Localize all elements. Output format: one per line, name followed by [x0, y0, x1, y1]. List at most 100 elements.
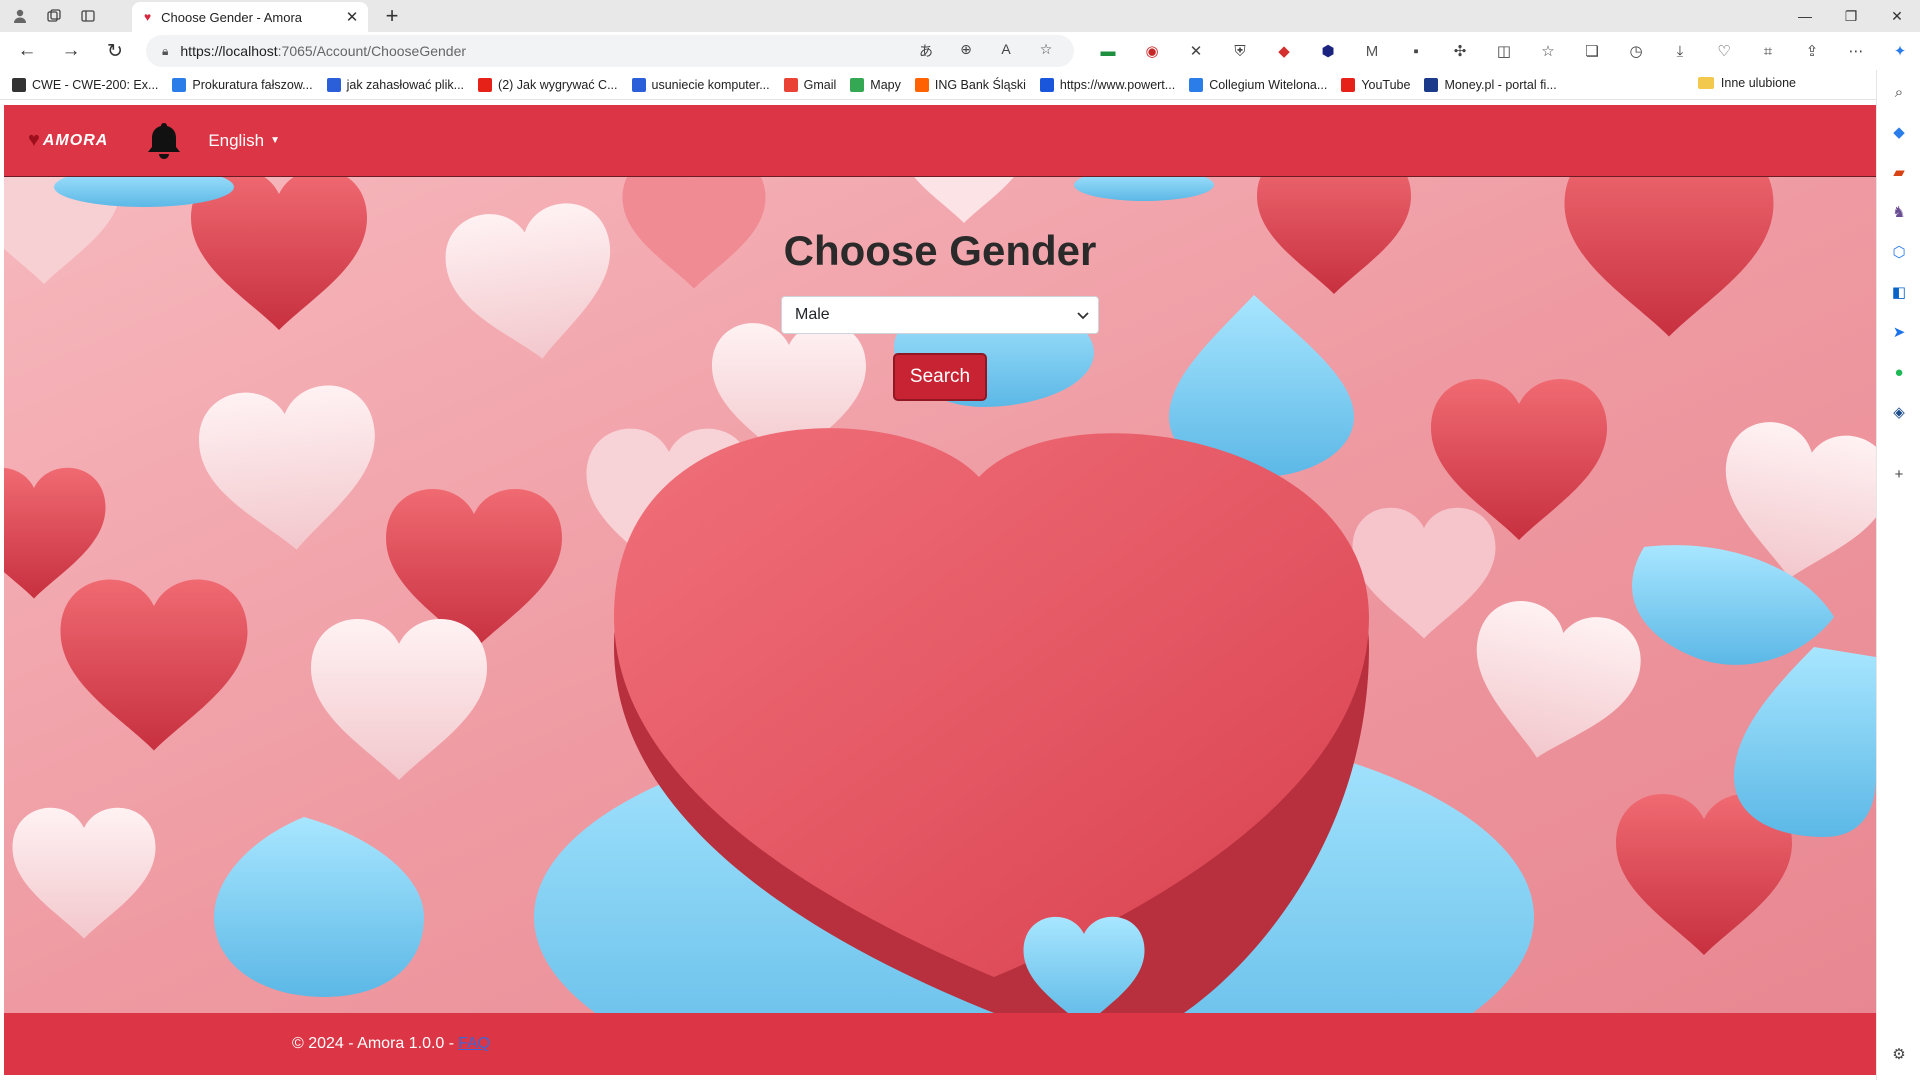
choose-gender-form: Choose Gender Male Search — [4, 177, 1876, 477]
bookmark-favicon-icon — [172, 77, 187, 92]
copilot-icon[interactable]: ✦ — [1878, 35, 1920, 67]
close-tab-icon[interactable]: ✕ — [342, 8, 362, 26]
performance-icon[interactable]: ♡ — [1702, 35, 1746, 67]
search-button[interactable]: Search — [893, 353, 987, 401]
translate-icon[interactable]: あ — [906, 41, 946, 61]
sidebar-add-icon[interactable]: + — [1877, 454, 1920, 494]
address-bar[interactable]: 🔒︎ https://localhost:7065/Account/Choose… — [146, 35, 1074, 67]
history-icon[interactable]: ◷ — [1614, 35, 1658, 67]
back-button[interactable]: ← — [10, 35, 44, 67]
bookmark-item[interactable]: (2) Jak wygrywać C... — [478, 77, 618, 92]
bookmark-favicon-icon — [1424, 77, 1439, 92]
bookmark-favicon-icon — [783, 77, 798, 92]
bookmark-folder-other[interactable]: Inne ulubione — [1697, 76, 1796, 90]
zoom-icon[interactable]: ⊕ — [946, 41, 986, 61]
sidebar-outlook-icon[interactable]: ◧ — [1877, 272, 1920, 312]
edge-sidebar: ⌕ ◆ ▰ ♞ ⬡ ◧ ➤ ● ◈ + ⚙ — [1876, 70, 1920, 1080]
extension-icon-2[interactable]: ◉ — [1130, 35, 1174, 67]
lock-icon[interactable]: 🔒︎ — [162, 44, 168, 59]
favorite-star-icon[interactable]: ☆ — [1026, 41, 1066, 61]
bookmark-label: jak zahasłować plik... — [346, 77, 465, 92]
sidebar-tools-icon[interactable]: ▰ — [1877, 152, 1920, 192]
close-window-button[interactable]: ✕ — [1874, 0, 1920, 32]
language-dropdown[interactable]: English ▼ — [208, 131, 280, 151]
new-tab-button[interactable]: + — [378, 2, 406, 30]
extension-icon-6[interactable]: ⬢ — [1306, 35, 1350, 67]
forward-button[interactable]: → — [54, 35, 88, 67]
amora-logo[interactable]: ♥ AMORA — [28, 129, 108, 152]
sidebar-settings-icon[interactable]: ⚙ — [1877, 1034, 1920, 1074]
page-footer: © 2024 - Amora 1.0.0 - FAQ — [4, 1013, 1876, 1075]
bookmark-favicon-icon — [326, 77, 341, 92]
sidebar-app-icon[interactable]: ◈ — [1877, 392, 1920, 432]
folder-icon — [1697, 77, 1714, 89]
tab-actions-icon[interactable] — [74, 2, 102, 30]
bookmark-item[interactable]: ING Bank Śląski — [914, 77, 1026, 92]
tab-active[interactable]: ♥ Choose Gender - Amora ✕ — [132, 2, 368, 32]
bookmark-item[interactable]: Prokuratura fałszow... — [172, 77, 313, 92]
notifications-bell-icon[interactable] — [144, 119, 184, 163]
url-path: :7065/Account/ChooseGender — [277, 43, 467, 59]
share-icon[interactable]: ⇪ — [1790, 35, 1834, 67]
bookmark-item[interactable]: Collegium Witelona... — [1189, 77, 1328, 92]
extension-icon-7[interactable]: M — [1350, 35, 1394, 67]
bookmark-label: Gmail — [803, 77, 837, 92]
footer-copyright: © 2024 - Amora 1.0.0 - — [292, 1035, 455, 1052]
bookmark-favicon-icon — [850, 77, 865, 92]
browser-toolbar: ← → ↻ 🔒︎ https://localhost:7065/Account/… — [0, 32, 1920, 70]
profile-icon[interactable] — [6, 2, 34, 30]
favorites-icon[interactable]: ☆ — [1526, 35, 1570, 67]
language-label: English — [208, 130, 265, 150]
bookmark-label: https://www.powert... — [1059, 77, 1176, 92]
shield-extension-icon[interactable]: ⛨ — [1218, 35, 1262, 67]
bookmark-item[interactable]: https://www.powert... — [1039, 77, 1176, 92]
extension-icon-3[interactable]: ✕ — [1174, 35, 1218, 67]
bookmark-item[interactable]: jak zahasłować plik... — [326, 77, 465, 92]
bookmark-item[interactable]: Gmail — [783, 77, 837, 92]
page-title: Choose Gender — [783, 227, 1097, 274]
bookmark-item[interactable]: Money.pl - portal fi... — [1424, 77, 1557, 92]
tab-strip: ♥ Choose Gender - Amora ✕ + — ❐ ✕ — [0, 0, 1920, 32]
restore-button[interactable]: ❐ — [1828, 0, 1874, 32]
read-aloud-icon[interactable]: A — [986, 41, 1026, 61]
gender-select[interactable]: Male — [781, 296, 1099, 334]
sidebar-office-icon[interactable]: ⬡ — [1877, 232, 1920, 272]
collections-icon[interactable]: ❏ — [1570, 35, 1614, 67]
url-text[interactable]: https://localhost:7065/Account/ChooseGen… — [180, 43, 906, 59]
bookmark-label: Collegium Witelona... — [1209, 77, 1328, 92]
refresh-button[interactable]: ↻ — [98, 35, 132, 67]
sidebar-send-icon[interactable]: ➤ — [1877, 312, 1920, 352]
window-controls: — ❐ ✕ — [1782, 0, 1920, 32]
bookmark-label: YouTube — [1361, 77, 1411, 92]
chevron-down-icon — [1068, 308, 1098, 323]
workspaces-icon[interactable] — [40, 2, 68, 30]
bookmark-favicon-icon — [12, 77, 26, 92]
extensions-bar: ▬ ◉ ✕ ⛨ ◆ ⬢ M ▪ ✣ ◫ ☆ ❏ ◷ ⤓ ♡ ⌗ ⇪ ⋯ ✦ — [1086, 35, 1920, 67]
sidebar-games-icon[interactable]: ♞ — [1877, 192, 1920, 232]
extensions-puzzle-icon[interactable]: ✣ — [1438, 35, 1482, 67]
printer-extension-icon[interactable]: ▬ — [1086, 35, 1130, 67]
bookmark-item[interactable]: usuniecie komputer... — [631, 77, 770, 92]
brand-name: AMORA — [42, 131, 109, 149]
sidebar-shopping-icon[interactable]: ◆ — [1877, 112, 1920, 152]
split-screen-icon[interactable]: ◫ — [1482, 35, 1526, 67]
extension-icon-8[interactable]: ▪ — [1394, 35, 1438, 67]
bookmark-item[interactable]: YouTube — [1341, 77, 1411, 92]
bookmark-favicon-icon — [1341, 77, 1356, 92]
top-navbar: ♥ AMORA English ▼ — [4, 105, 1876, 177]
bookmark-label: Money.pl - portal fi... — [1444, 77, 1557, 92]
bookmark-favicon-icon — [478, 77, 493, 92]
screenshot-icon[interactable]: ⌗ — [1746, 35, 1790, 67]
sidebar-spotify-icon[interactable]: ● — [1877, 352, 1920, 392]
minimize-button[interactable]: — — [1782, 0, 1828, 32]
bookmark-folder-label: Inne ulubione — [1720, 76, 1796, 90]
faq-link[interactable]: FAQ — [458, 1035, 490, 1053]
sidebar-search-icon[interactable]: ⌕ — [1877, 72, 1920, 112]
bookmark-item[interactable]: CWE - CWE-200: Ex... — [12, 77, 158, 92]
extension-icon-5[interactable]: ◆ — [1262, 35, 1306, 67]
bookmark-item[interactable]: Mapy — [850, 77, 901, 92]
downloads-icon[interactable]: ⤓ — [1658, 35, 1702, 67]
bookmark-label: ING Bank Śląski — [934, 77, 1026, 92]
bookmark-favicon-icon — [1189, 77, 1204, 92]
more-menu-icon[interactable]: ⋯ — [1834, 35, 1878, 67]
